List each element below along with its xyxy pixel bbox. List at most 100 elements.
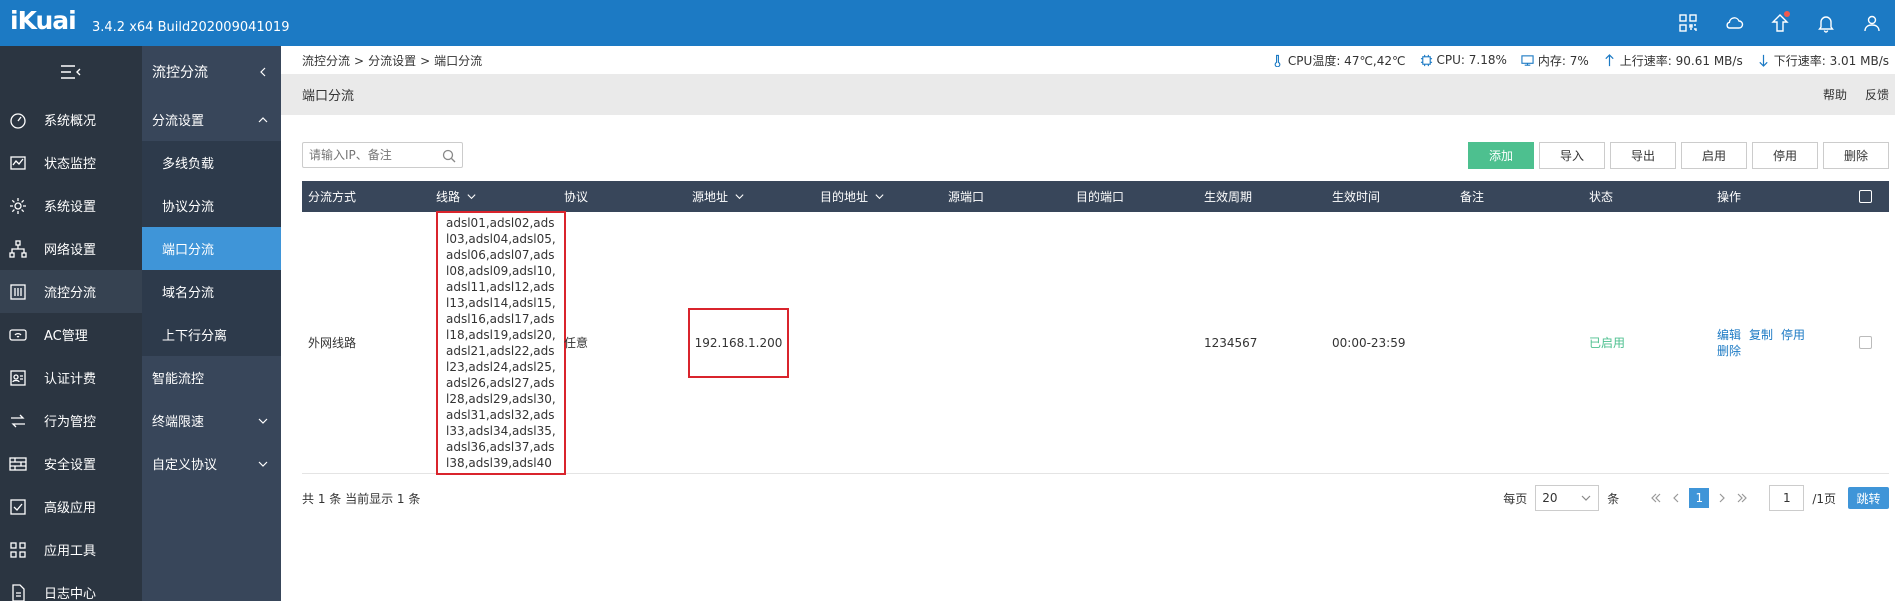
qr-code-icon[interactable]: [1665, 0, 1711, 46]
page-input[interactable]: 1: [1769, 485, 1805, 511]
action-buttons: 添加 导入 导出 启用 停用 删除: [1468, 141, 1889, 169]
top-icon-group: [1665, 0, 1895, 46]
crumb-bar: 流控分流 > 分流设置 > 端口分流 CPU温度: 47℃,42℃ CPU: 7.18%…: [281, 46, 1895, 74]
sidebar-item[interactable]: 系统设置: [0, 184, 142, 227]
subnav-item-domain[interactable]: 域名分流: [142, 270, 281, 313]
subnav-group-smart[interactable]: 智能流控: [142, 356, 281, 399]
enable-button[interactable]: 启用: [1681, 141, 1747, 169]
export-button[interactable]: 导出: [1610, 141, 1676, 169]
jump-button[interactable]: 跳转: [1848, 487, 1889, 509]
cloud-icon[interactable]: [1711, 0, 1757, 46]
gear-icon: [8, 196, 28, 216]
subnav-item-multiline[interactable]: 多线负载: [142, 141, 281, 184]
feedback-link[interactable]: 反馈: [1865, 86, 1889, 103]
subnav-item-protocol[interactable]: 协议分流: [142, 184, 281, 227]
first-page-icon[interactable]: [1649, 491, 1663, 505]
breadcrumb: 流控分流 > 分流设置 > 端口分流: [302, 53, 483, 68]
line-list-highlight: adsl01,adsl02,adsl03,adsl04,adsl05,adsl0…: [436, 210, 566, 475]
sidebar-item[interactable]: 高级应用: [0, 485, 142, 528]
sidebar-item-label: 高级应用: [44, 501, 97, 516]
chevron-down-icon: [258, 418, 268, 424]
cell-src-addr: 192.168.1.200: [686, 307, 814, 378]
network-icon: [8, 239, 28, 259]
log-icon: [8, 583, 28, 601]
disable-button[interactable]: 停用: [1752, 141, 1818, 169]
breadcrumb-item[interactable]: 分流设置: [368, 54, 416, 68]
sort-chevron-icon: [735, 194, 744, 200]
cell-select: [1853, 336, 1872, 349]
col-select-all[interactable]: [1853, 190, 1872, 203]
sub-sidebar: 流控分流 分流设置 多线负载 协议分流 端口分流 域名分流 上下行分离 智能流控…: [142, 46, 281, 601]
subnav-group-split[interactable]: 分流设置: [142, 98, 281, 141]
subnav-item-updown[interactable]: 上下行分离: [142, 313, 281, 356]
col-src-addr[interactable]: 源地址: [686, 188, 814, 205]
next-page-icon[interactable]: [1715, 491, 1729, 505]
col-status: 状态: [1589, 190, 1614, 204]
subnav-header[interactable]: 流控分流: [142, 46, 281, 98]
col-dst-addr[interactable]: 目的地址: [814, 188, 942, 205]
cell-protocol: 任意: [564, 336, 589, 350]
delete-button[interactable]: 删除: [1823, 141, 1889, 169]
menu-toggle-icon[interactable]: [0, 46, 142, 98]
user-icon[interactable]: [1849, 0, 1895, 46]
delete-link[interactable]: 删除: [1717, 344, 1741, 358]
sidebar-item[interactable]: 行为管控: [0, 399, 142, 442]
current-page[interactable]: 1: [1689, 488, 1710, 508]
sidebar-item[interactable]: 应用工具: [0, 528, 142, 571]
firewall-icon: [8, 454, 28, 474]
cell-mode: 外网线路: [308, 336, 357, 350]
cell-cycle: 1234567: [1204, 335, 1258, 350]
prev-page-icon[interactable]: [1669, 491, 1683, 505]
page-nav: 1: [1649, 488, 1749, 508]
import-button[interactable]: 导入: [1539, 141, 1605, 169]
advanced-icon: [8, 497, 28, 517]
last-page-icon[interactable]: [1735, 491, 1749, 505]
search-icon[interactable]: [442, 149, 456, 163]
sidebar-item[interactable]: AC管理: [0, 313, 142, 356]
sidebar-item-label: 系统设置: [44, 200, 97, 215]
sidebar-item[interactable]: 日志中心: [0, 571, 142, 601]
per-page-select[interactable]: 20: [1535, 485, 1600, 511]
page-title: 端口分流: [302, 89, 355, 104]
sidebar-item[interactable]: 系统概况: [0, 98, 142, 141]
table-row: 外网线路 adsl01,adsl02,adsl03,adsl04,adsl05,…: [302, 210, 1889, 475]
sidebar-item[interactable]: 安全设置: [0, 442, 142, 485]
sidebar-item[interactable]: 状态监控: [0, 141, 142, 184]
bell-icon[interactable]: [1803, 0, 1849, 46]
rules-table: 分流方式 线路 协议 源地址 目的地址 源端口 目的端口 生效周期 生效时间 备…: [302, 181, 1889, 475]
search-box: [302, 142, 463, 168]
sidebar-item-label: 状态监控: [44, 157, 97, 172]
upgrade-icon[interactable]: [1757, 0, 1803, 46]
help-link[interactable]: 帮助: [1823, 86, 1847, 103]
logo: iKuai: [10, 6, 77, 35]
sidebar-item-label: 安全设置: [44, 458, 97, 473]
pagination: 每页 20 条 1 1 /1页 跳转: [1503, 485, 1889, 511]
subnav-group-terminal[interactable]: 终端限速: [142, 399, 281, 442]
search-input[interactable]: [303, 143, 462, 167]
add-button[interactable]: 添加: [1468, 141, 1534, 169]
select-all-checkbox[interactable]: [1859, 190, 1872, 203]
col-ops: 操作: [1717, 190, 1742, 204]
sidebar-item[interactable]: 流控分流: [0, 270, 142, 313]
behavior-icon: [8, 411, 28, 431]
disable-link[interactable]: 停用: [1781, 328, 1805, 342]
sidebar-item[interactable]: 网络设置: [0, 227, 142, 270]
cell-status: 已启用: [1589, 336, 1626, 350]
auth-icon: [8, 368, 28, 388]
per-page-unit: 条: [1607, 491, 1620, 506]
cpu-status: CPU: 7.18%: [1420, 53, 1507, 67]
col-line[interactable]: 线路: [430, 188, 558, 205]
edit-link[interactable]: 编辑: [1717, 328, 1741, 342]
cell-time: 00:00-23:59: [1332, 335, 1406, 350]
total-pages: /1页: [1812, 491, 1836, 506]
memory-icon: [1521, 54, 1534, 66]
tools-icon: [8, 540, 28, 560]
sidebar-item[interactable]: 认证计费: [0, 356, 142, 399]
monitor-icon: [8, 153, 28, 173]
breadcrumb-item[interactable]: 流控分流: [302, 54, 350, 68]
row-checkbox[interactable]: [1859, 336, 1872, 349]
subnav-group-custom[interactable]: 自定义协议: [142, 442, 281, 485]
copy-link[interactable]: 复制: [1749, 328, 1773, 342]
collapse-icon[interactable]: [257, 66, 269, 78]
subnav-item-port[interactable]: 端口分流: [142, 227, 281, 270]
